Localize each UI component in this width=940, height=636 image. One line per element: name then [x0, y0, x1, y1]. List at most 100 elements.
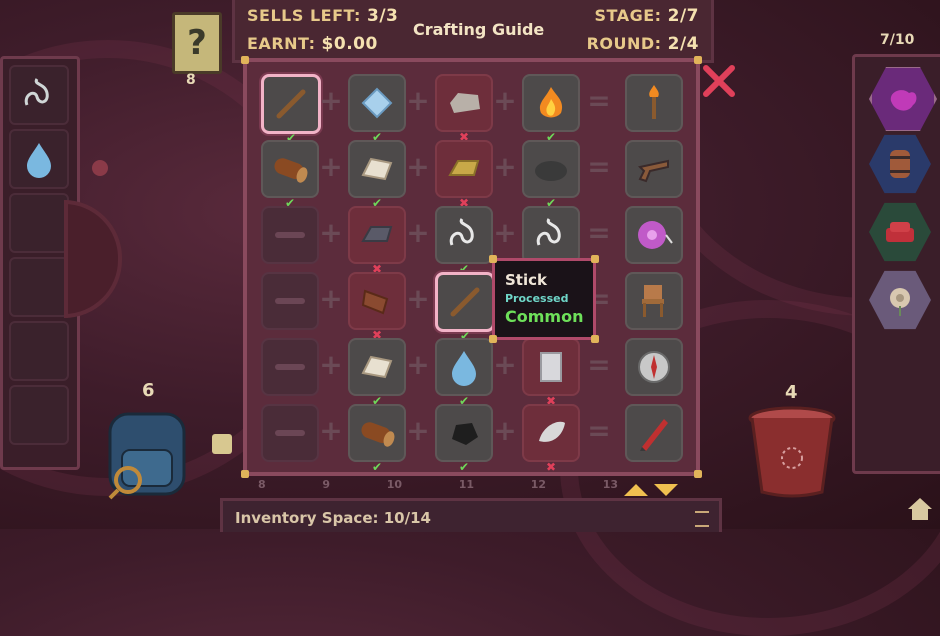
home-button[interactable]: [906, 496, 934, 522]
ingredient-coal[interactable]: ✔: [435, 404, 493, 474]
steel-ingot-icon: [361, 226, 393, 242]
check-icon: ✔: [458, 460, 470, 474]
empty-slot: [261, 404, 319, 462]
hint-count: 8: [186, 72, 196, 88]
result-pencil[interactable]: [625, 404, 683, 462]
bucket-count: 4: [785, 382, 798, 403]
crafting-guide-board: ✔+✔+✖+✔=✔+✔+✖+✔=+✖+✔+✔=+✖+✔+=+✔+✔+✖=+✔+✔…: [241, 56, 702, 478]
empty-slot-dash: [275, 232, 305, 238]
ingredient-steel-ingot[interactable]: ✖: [348, 206, 406, 276]
ingredient-stone[interactable]: ✖: [435, 74, 493, 144]
plus-icon: +: [319, 348, 343, 381]
earnt: EARNT: $0.00: [247, 34, 378, 54]
plus-icon: +: [319, 282, 343, 315]
ingredient-glass[interactable]: ✖: [522, 338, 580, 408]
result-chair[interactable]: [625, 272, 683, 330]
list-icon[interactable]: [695, 511, 709, 527]
ingredient-stick[interactable]: ✔: [261, 74, 321, 145]
plus-icon: +: [406, 348, 430, 381]
barrel-icon: [890, 150, 910, 178]
string-icon: [24, 78, 49, 106]
plus-icon: +: [406, 414, 430, 447]
water-icon: [452, 351, 476, 386]
slot-empty[interactable]: [9, 321, 69, 381]
backpack-count: 6: [142, 380, 155, 401]
empty-slot: [261, 272, 319, 330]
product-slot-flower[interactable]: [869, 270, 931, 330]
hint-card[interactable]: ?: [172, 12, 222, 74]
plus-icon: +: [493, 348, 517, 381]
ingredient-cloth[interactable]: ✔: [348, 74, 406, 144]
right-product-panel: [852, 54, 940, 474]
ingredient-plank[interactable]: ✖: [348, 272, 406, 342]
item-tooltip: Stick Processed Common: [489, 255, 599, 343]
ingredient-water[interactable]: ✔: [435, 338, 493, 408]
ingredient-log[interactable]: ✔: [261, 140, 319, 210]
ingredient-gold-ingot[interactable]: ✖: [435, 140, 493, 210]
plus-icon: +: [493, 414, 517, 447]
iron-ingot-icon: [361, 157, 393, 181]
empty-slot-dash: [275, 298, 305, 304]
slot-string[interactable]: [9, 65, 69, 125]
plus-icon: +: [493, 150, 517, 183]
slot-empty[interactable]: [9, 385, 69, 445]
round: ROUND: 2/4: [586, 34, 699, 54]
check-icon: ✔: [371, 460, 383, 474]
page-title: Crafting Guide: [413, 20, 545, 39]
compass-icon: [638, 351, 670, 383]
log-icon: [361, 422, 395, 447]
inventory-space-bar: Inventory Space: 10/14: [220, 498, 722, 532]
string-icon: [536, 218, 561, 246]
result-flintlock-pistol[interactable]: [625, 140, 683, 198]
coal-rock-icon: [535, 161, 567, 181]
cross-icon: ✖: [545, 460, 557, 474]
ingredient-iron-ingot[interactable]: ✔: [348, 338, 406, 408]
slot-water[interactable]: [9, 129, 69, 189]
scroll-down-button[interactable]: [654, 484, 678, 496]
ingredient-string[interactable]: ✔: [522, 206, 580, 276]
product-slot-paint[interactable]: [869, 67, 937, 131]
plus-icon: +: [319, 414, 343, 447]
question-mark-icon: ?: [187, 23, 207, 63]
equals-icon: =: [587, 348, 611, 381]
ingredient-string[interactable]: ✔: [435, 206, 493, 276]
iron-ingot-icon: [361, 355, 393, 379]
sells-left: SELLS LEFT: 3/3: [247, 6, 399, 26]
bucket-icon: [748, 406, 836, 498]
home-icon: [908, 498, 932, 520]
stack-icon[interactable]: [212, 434, 232, 454]
result-yoyo[interactable]: [625, 206, 683, 264]
torch-icon: [649, 85, 659, 119]
plus-icon: +: [406, 216, 430, 249]
scroll-up-button[interactable]: [624, 484, 648, 496]
product-slot-sofa[interactable]: [869, 202, 931, 262]
result-torch[interactable]: [625, 74, 683, 132]
empty-slot: [261, 338, 319, 396]
trash-bucket-button[interactable]: [746, 404, 838, 500]
cloth-icon: [361, 87, 393, 119]
ingredient-feather[interactable]: ✖: [522, 404, 580, 474]
lever-decoration: [92, 160, 108, 176]
backpack-button[interactable]: [100, 404, 194, 504]
ingredient-stick[interactable]: ✔: [435, 272, 495, 343]
product-slot-barrel[interactable]: [869, 134, 931, 194]
stage: STAGE: 2/7: [594, 6, 699, 26]
ingredient-log[interactable]: ✔: [348, 404, 406, 474]
plus-icon: +: [406, 282, 430, 315]
stick-icon: [276, 89, 306, 119]
plus-icon: +: [319, 216, 343, 249]
pencil-icon: [640, 419, 668, 451]
tooltip-rarity: Common: [505, 307, 584, 326]
ingredient-iron-ingot[interactable]: ✔: [348, 140, 406, 210]
stone-icon: [450, 93, 480, 113]
equals-icon: =: [587, 414, 611, 447]
result-compass[interactable]: [625, 338, 683, 396]
close-icon: [703, 65, 735, 97]
inventory-count: 7/10: [880, 32, 915, 48]
slot-empty[interactable]: [9, 193, 69, 253]
ingredient-fire[interactable]: ✔: [522, 74, 580, 144]
ingredient-coal-rock[interactable]: ✔: [522, 140, 580, 210]
equals-icon: =: [587, 84, 611, 117]
close-button[interactable]: [700, 62, 738, 100]
slot-empty[interactable]: [9, 257, 69, 317]
